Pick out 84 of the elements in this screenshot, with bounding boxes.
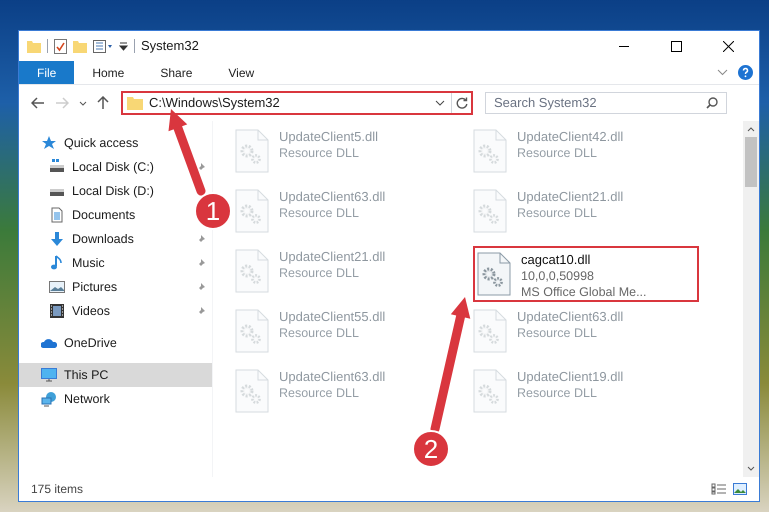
dropdown-icon[interactable]	[435, 100, 445, 106]
dll-file-icon	[473, 129, 507, 173]
file-detail: Resource DLL	[279, 325, 360, 341]
dll-file-icon	[473, 369, 507, 413]
file-detail: 10,0,0,50998	[521, 268, 595, 284]
ribbon-tab[interactable]: Home	[74, 61, 142, 84]
file-name: UpdateClient63.dll	[279, 189, 386, 205]
search-icon	[706, 97, 718, 109]
dll-file-icon	[473, 309, 507, 353]
refresh-icon	[456, 97, 468, 109]
dll-file-icon	[477, 252, 511, 296]
file-detail: Resource DLL	[279, 385, 360, 401]
file-name: UpdateClient55.dll	[279, 309, 386, 325]
sidebar-item[interactable]: This PC	[19, 363, 212, 387]
sidebar-item[interactable]: Local Disk (C:)	[19, 155, 162, 179]
item-count: 175 items	[31, 481, 84, 498]
file-name: UpdateClient21.dll	[517, 189, 624, 205]
down-arrow-icon	[49, 231, 65, 247]
up-arrow-icon[interactable]	[97, 96, 109, 110]
close-icon	[722, 40, 734, 52]
address-path: C:\Windows\System32	[149, 94, 281, 112]
scroll-up-icon[interactable]	[747, 127, 755, 132]
sidebar-item[interactable]: Music	[19, 251, 113, 275]
address-field[interactable]: C:\Windows\System32	[121, 91, 473, 115]
file-detail: Resource DLL	[517, 205, 598, 221]
file-name: UpdateClient5.dll	[279, 129, 378, 145]
search-field[interactable]: Search System32	[485, 92, 727, 114]
file-detail: Resource DLL	[279, 205, 360, 221]
ribbon-tab[interactable]: File	[19, 61, 74, 84]
search-placeholder: Search System32	[494, 94, 598, 112]
sidebar-item[interactable]: Documents	[19, 203, 144, 227]
scroll-down-icon[interactable]	[747, 466, 755, 471]
view-layout-icon[interactable]	[93, 40, 113, 52]
dll-file-icon	[235, 129, 269, 173]
file-name: UpdateClient63.dll	[517, 309, 624, 325]
dll-file-icon	[473, 189, 507, 233]
dll-file-icon	[235, 249, 269, 293]
sidebar-item[interactable]: Network	[19, 387, 118, 411]
sidebar-item[interactable]: Quick access	[19, 131, 146, 155]
drive-icon	[49, 159, 65, 175]
star-icon	[41, 135, 57, 151]
sidebar-item[interactable]: OneDrive	[19, 331, 125, 355]
sidebar-item[interactable]: Videos	[19, 299, 118, 323]
file-detail: Resource DLL	[279, 145, 360, 161]
step-number-badge: 1	[194, 192, 232, 230]
network-icon	[41, 391, 57, 407]
window-title: System32	[141, 37, 199, 56]
file-detail: Resource DLL	[517, 385, 598, 401]
folder-icon	[127, 96, 143, 110]
properties-icon[interactable]	[54, 38, 67, 54]
file-detail: Resource DLL	[517, 145, 598, 161]
details-view-icon[interactable]	[711, 483, 727, 495]
sidebar-item[interactable]: Pictures	[19, 275, 126, 299]
ribbon-tab[interactable]: Share	[142, 61, 210, 84]
dll-file-icon	[235, 369, 269, 413]
file-name: UpdateClient63.dll	[279, 369, 386, 385]
file-name: cagcat10.dll	[521, 252, 592, 268]
dll-file-icon	[235, 309, 269, 353]
chevron-down-icon[interactable]	[717, 69, 728, 76]
file-detail: Resource DLL	[279, 265, 360, 281]
step-number-badge: 2	[412, 430, 450, 468]
dll-file-icon	[235, 189, 269, 233]
sidebar-item[interactable]: Local Disk (D:)	[19, 179, 162, 203]
film-icon	[49, 303, 65, 319]
monitor-icon	[41, 367, 57, 383]
scrollbar[interactable]	[743, 121, 759, 477]
file-name: UpdateClient19.dll	[517, 369, 624, 385]
help-icon[interactable]	[738, 65, 753, 80]
file-name: UpdateClient21.dll	[279, 249, 386, 265]
file-detail: MS Office Global Me...	[521, 284, 647, 300]
dropdown-arrow-icon[interactable]	[119, 42, 128, 50]
maximize-icon	[670, 40, 682, 52]
picture-icon	[49, 279, 65, 295]
thumbnail-view-icon[interactable]	[733, 483, 747, 495]
file-detail: Resource DLL	[517, 325, 598, 341]
scrollbar-thumb[interactable]	[745, 137, 757, 187]
back-arrow-icon[interactable]	[31, 97, 45, 109]
file-name: UpdateClient42.dll	[517, 129, 624, 145]
recent-dropdown-icon[interactable]	[79, 100, 87, 106]
sidebar-item[interactable]: Downloads	[19, 227, 142, 251]
music-note-icon	[49, 255, 65, 271]
document-icon	[49, 207, 65, 223]
ribbon-tab[interactable]: View	[210, 61, 272, 84]
file-item-highlighted[interactable]: cagcat10.dll 10,0,0,50998 MS Office Global Me...	[473, 246, 699, 302]
